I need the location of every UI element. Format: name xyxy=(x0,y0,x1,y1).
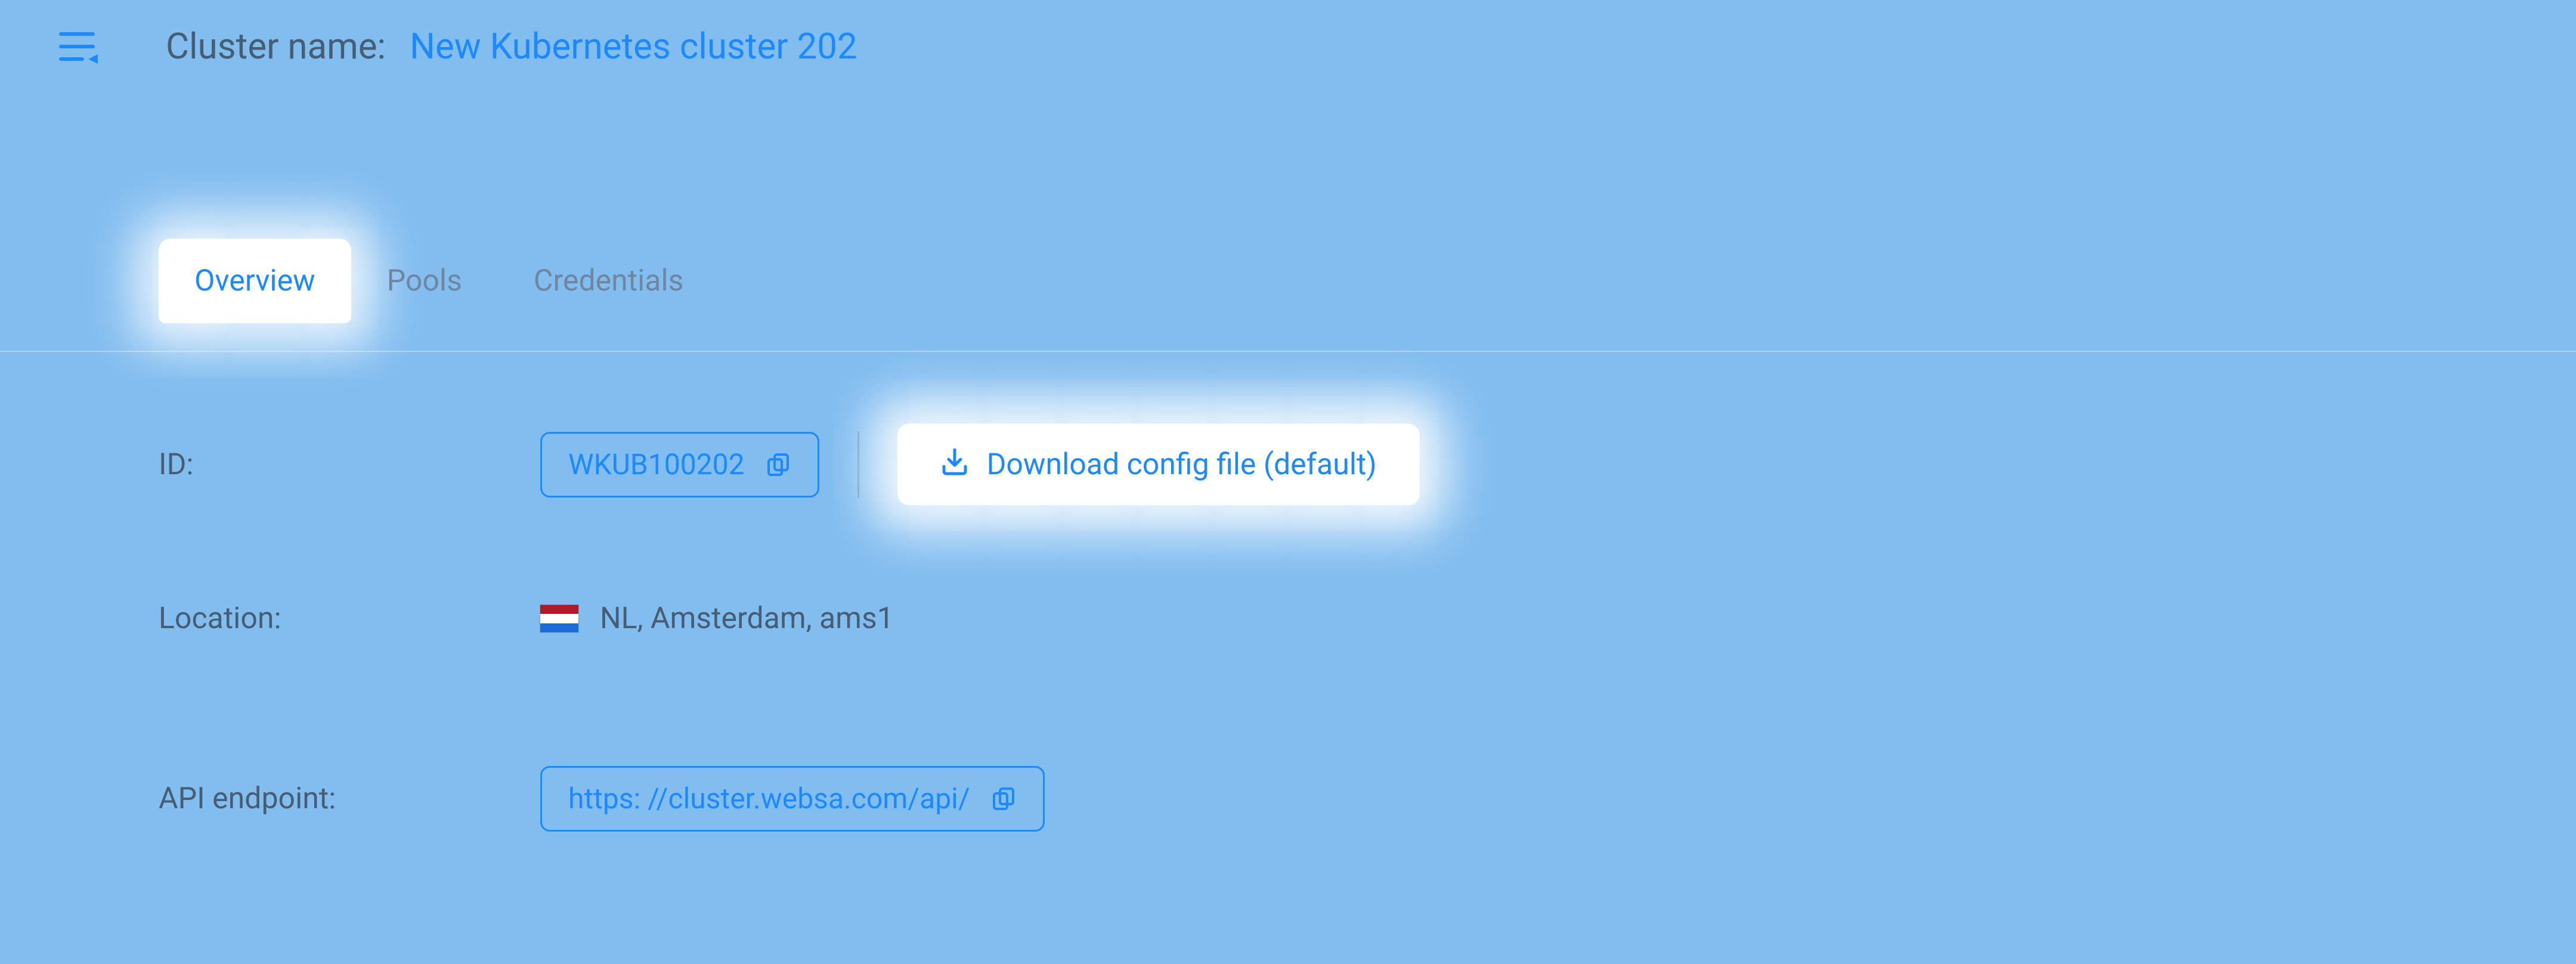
page-title: Cluster name: New Kubernetes cluster 202 xyxy=(166,25,857,67)
tab-underline xyxy=(0,351,2576,352)
download-config-label: Download config file (default) xyxy=(987,450,1377,480)
cluster-name-value[interactable]: New Kubernetes cluster 202 xyxy=(410,25,857,67)
download-config-button[interactable]: Download config file (default) xyxy=(897,424,1420,505)
id-value: WKUB100202 xyxy=(568,450,745,479)
id-label: ID: xyxy=(159,447,540,482)
tab-overview[interactable]: Overview xyxy=(159,239,351,323)
location-label: Location: xyxy=(159,601,540,636)
tab-credentials[interactable]: Credentials xyxy=(498,239,720,323)
api-endpoint-value: https: //cluster.websa.com/api/ xyxy=(568,784,970,813)
page-title-label: Cluster name: xyxy=(166,25,386,67)
copy-icon[interactable] xyxy=(992,786,1017,811)
id-value-box[interactable]: WKUB100202 xyxy=(540,432,819,498)
copy-icon[interactable] xyxy=(766,452,791,477)
api-endpoint-box[interactable]: https: //cluster.websa.com/api/ xyxy=(540,766,1045,832)
location-value: NL, Amsterdam, ams1 xyxy=(600,601,894,636)
api-endpoint-label: API endpoint: xyxy=(159,781,540,816)
vertical-separator xyxy=(857,431,859,498)
tabs: Overview Pools Credentials xyxy=(159,239,719,323)
tab-pools[interactable]: Pools xyxy=(351,239,498,323)
nl-flag-icon xyxy=(540,605,578,632)
download-icon xyxy=(940,447,969,481)
breadcrumb-menu-icon[interactable] xyxy=(57,28,100,65)
